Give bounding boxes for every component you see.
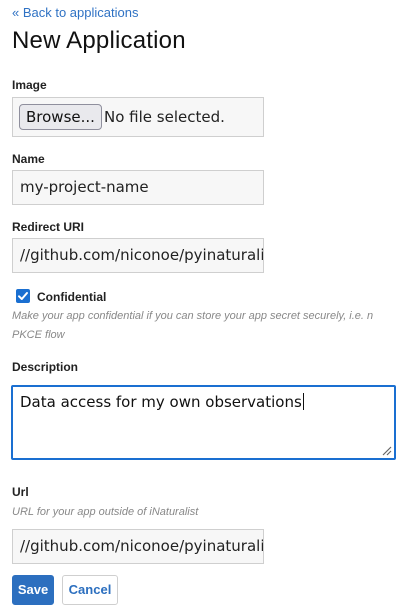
cancel-button[interactable]: Cancel [62, 575, 118, 605]
confidential-checkbox[interactable] [16, 289, 30, 303]
browse-button[interactable]: Browse... [19, 104, 102, 130]
page-title: New Application [12, 27, 186, 54]
back-to-applications-link[interactable]: « Back to applications [12, 5, 138, 20]
confidential-label: Confidential [37, 290, 107, 304]
image-file-input: Browse... No file selected. [12, 97, 264, 137]
description-textarea[interactable]: Data access for my own observations [11, 385, 396, 460]
description-text: Data access for my own observations [20, 393, 302, 411]
resize-handle-icon[interactable] [380, 444, 392, 456]
redirect-uri-label: Redirect URI [12, 220, 85, 234]
image-label: Image [12, 78, 47, 92]
file-status-text: No file selected. [104, 108, 225, 126]
text-caret [302, 393, 304, 410]
confidential-hint-line2: PKCE flow [12, 329, 65, 341]
new-application-page: « Back to applications New Application I… [0, 0, 412, 613]
name-input[interactable]: my-project-name [12, 170, 264, 205]
redirect-uri-input[interactable]: //github.com/niconoe/pyinaturalist [12, 238, 264, 273]
url-label: Url [12, 485, 29, 499]
save-button[interactable]: Save [12, 575, 54, 605]
confidential-hint-line1: Make your app confidential if you can st… [12, 310, 374, 322]
checkmark-icon [18, 292, 28, 300]
description-label: Description [12, 360, 79, 374]
url-input[interactable]: //github.com/niconoe/pyinaturalist [12, 529, 264, 564]
name-label: Name [12, 152, 45, 166]
url-hint: URL for your app outside of iNaturalist [12, 506, 199, 518]
